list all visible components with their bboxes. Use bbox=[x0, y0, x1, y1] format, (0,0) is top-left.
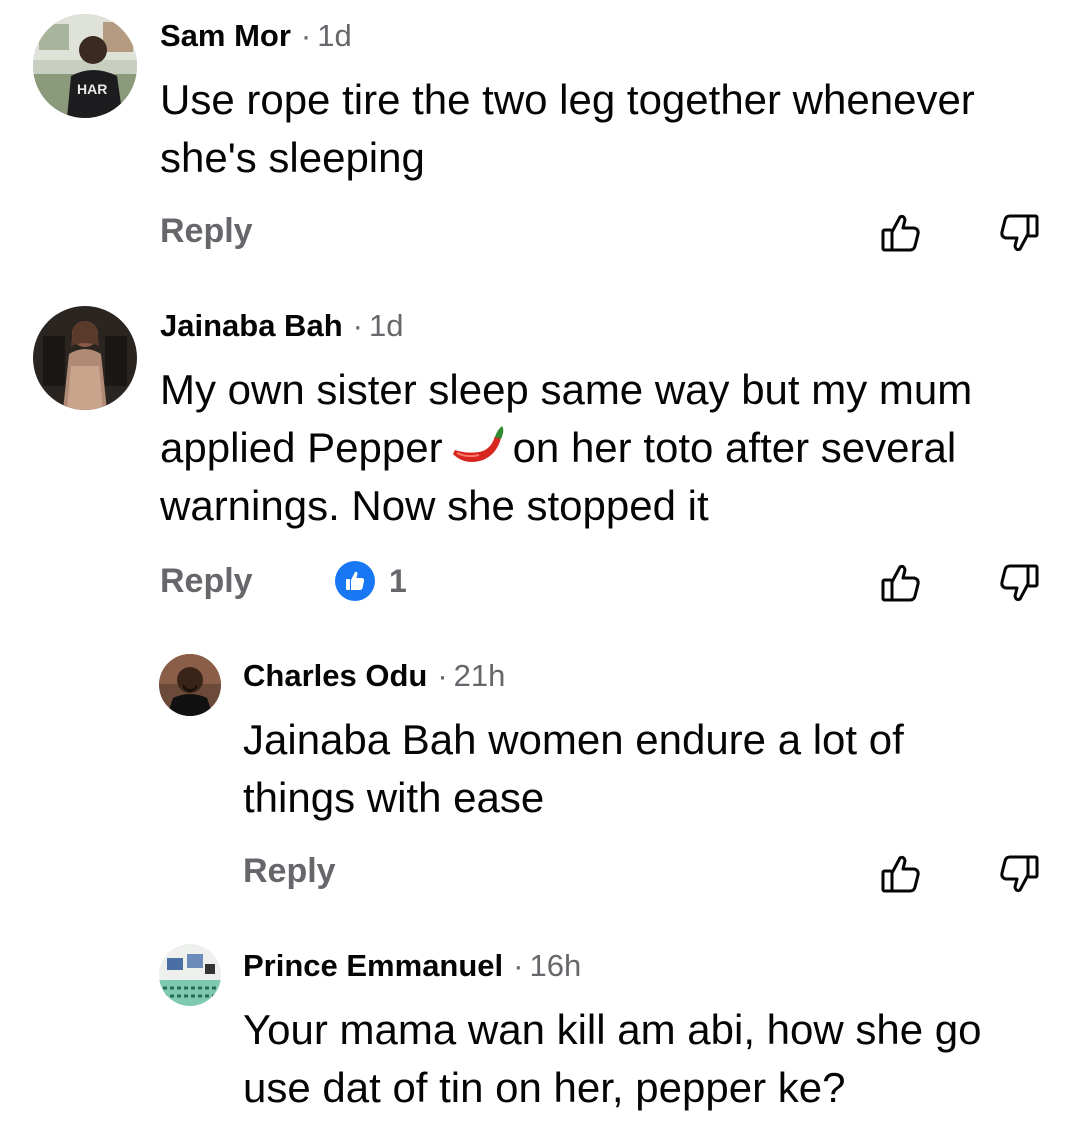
comment-text-line: Jainaba Bah women endure a lot of bbox=[243, 716, 904, 763]
reply-charles-odu: Charles Odu · 21h Jainaba Bah women endure… bbox=[0, 630, 1080, 930]
comment-header: Prince Emmanuel · 16h bbox=[243, 950, 581, 981]
reply-button[interactable]: Reply bbox=[160, 564, 253, 598]
comment-text: Your mama wan kill am abi, how she go us… bbox=[243, 1001, 982, 1117]
timestamp[interactable]: 21h bbox=[454, 658, 506, 693]
comment-text-line: applied Pepper on her toto after several bbox=[160, 419, 972, 477]
separator-dot: · bbox=[437, 658, 448, 693]
avatar[interactable] bbox=[33, 306, 137, 410]
avatar[interactable] bbox=[159, 944, 221, 1006]
timestamp[interactable]: 1d bbox=[369, 308, 403, 343]
thumbs-up-icon[interactable] bbox=[879, 211, 923, 255]
avatar-photo: HAR bbox=[33, 14, 137, 118]
author-name[interactable]: Jainaba Bah bbox=[160, 308, 343, 343]
comment-text-line: Use rope tire the two leg together whene… bbox=[160, 76, 975, 123]
reaction-summary[interactable]: 1 bbox=[335, 561, 407, 601]
hot-pepper-emoji-icon bbox=[452, 426, 503, 462]
timestamp[interactable]: 16h bbox=[529, 948, 581, 983]
comment-text-line: she's sleeping bbox=[160, 134, 425, 181]
comment-text-line: My own sister sleep same way but my mum bbox=[160, 366, 973, 413]
avatar-photo bbox=[159, 944, 221, 1006]
avatar[interactable] bbox=[159, 654, 221, 716]
thumbs-up-icon[interactable] bbox=[879, 561, 923, 605]
comment-text: Jainaba Bah women endure a lot of things… bbox=[243, 711, 904, 827]
thumbs-down-icon[interactable] bbox=[997, 852, 1041, 896]
comment-header: Jainaba Bah · 1d bbox=[160, 310, 403, 341]
like-reaction-icon bbox=[335, 561, 375, 601]
thumbs-down-icon[interactable] bbox=[997, 561, 1041, 605]
comment-sam-mor: HAR Sam Mor · 1d Use rope tire the two leg… bbox=[0, 0, 1080, 290]
comment-text-segment: on her toto after several bbox=[512, 424, 957, 471]
comment-header: Charles Odu · 21h bbox=[243, 660, 505, 691]
avatar-shirt-text: HAR bbox=[77, 81, 107, 97]
comment-text: My own sister sleep same way but my mum … bbox=[160, 361, 972, 535]
comment-header: Sam Mor · 1d bbox=[160, 20, 352, 51]
comment-text-line: Your mama wan kill am abi, how she go bbox=[243, 1006, 982, 1053]
timestamp[interactable]: 1d bbox=[317, 18, 351, 53]
reaction-count: 1 bbox=[389, 562, 407, 599]
author-name[interactable]: Sam Mor bbox=[160, 18, 291, 53]
comment-text: Use rope tire the two leg together whene… bbox=[160, 71, 975, 187]
separator-dot: · bbox=[300, 18, 312, 53]
thumbs-down-icon[interactable] bbox=[997, 211, 1041, 255]
reply-button[interactable]: Reply bbox=[160, 214, 253, 248]
reply-prince-emmanuel: Prince Emmanuel · 16h Your mama wan kill a… bbox=[0, 930, 1080, 1138]
comment-text-segment: applied Pepper bbox=[160, 424, 443, 471]
comment-text-line: use dat of tin on her, pepper ke? bbox=[243, 1064, 846, 1111]
reply-button[interactable]: Reply bbox=[243, 854, 336, 888]
author-name[interactable]: Charles Odu bbox=[243, 658, 427, 693]
author-name[interactable]: Prince Emmanuel bbox=[243, 948, 503, 983]
comment-text-line: things with ease bbox=[243, 774, 545, 821]
thumbs-up-icon[interactable] bbox=[879, 852, 923, 896]
comment-jainaba-bah: Jainaba Bah · 1d My own sister sleep same … bbox=[0, 290, 1080, 630]
avatar-photo bbox=[33, 306, 137, 410]
avatar-photo bbox=[159, 654, 221, 716]
comment-text-line: warnings. Now she stopped it bbox=[160, 482, 709, 529]
separator-dot: · bbox=[352, 308, 363, 343]
avatar[interactable]: HAR bbox=[33, 14, 137, 118]
separator-dot: · bbox=[513, 948, 524, 983]
